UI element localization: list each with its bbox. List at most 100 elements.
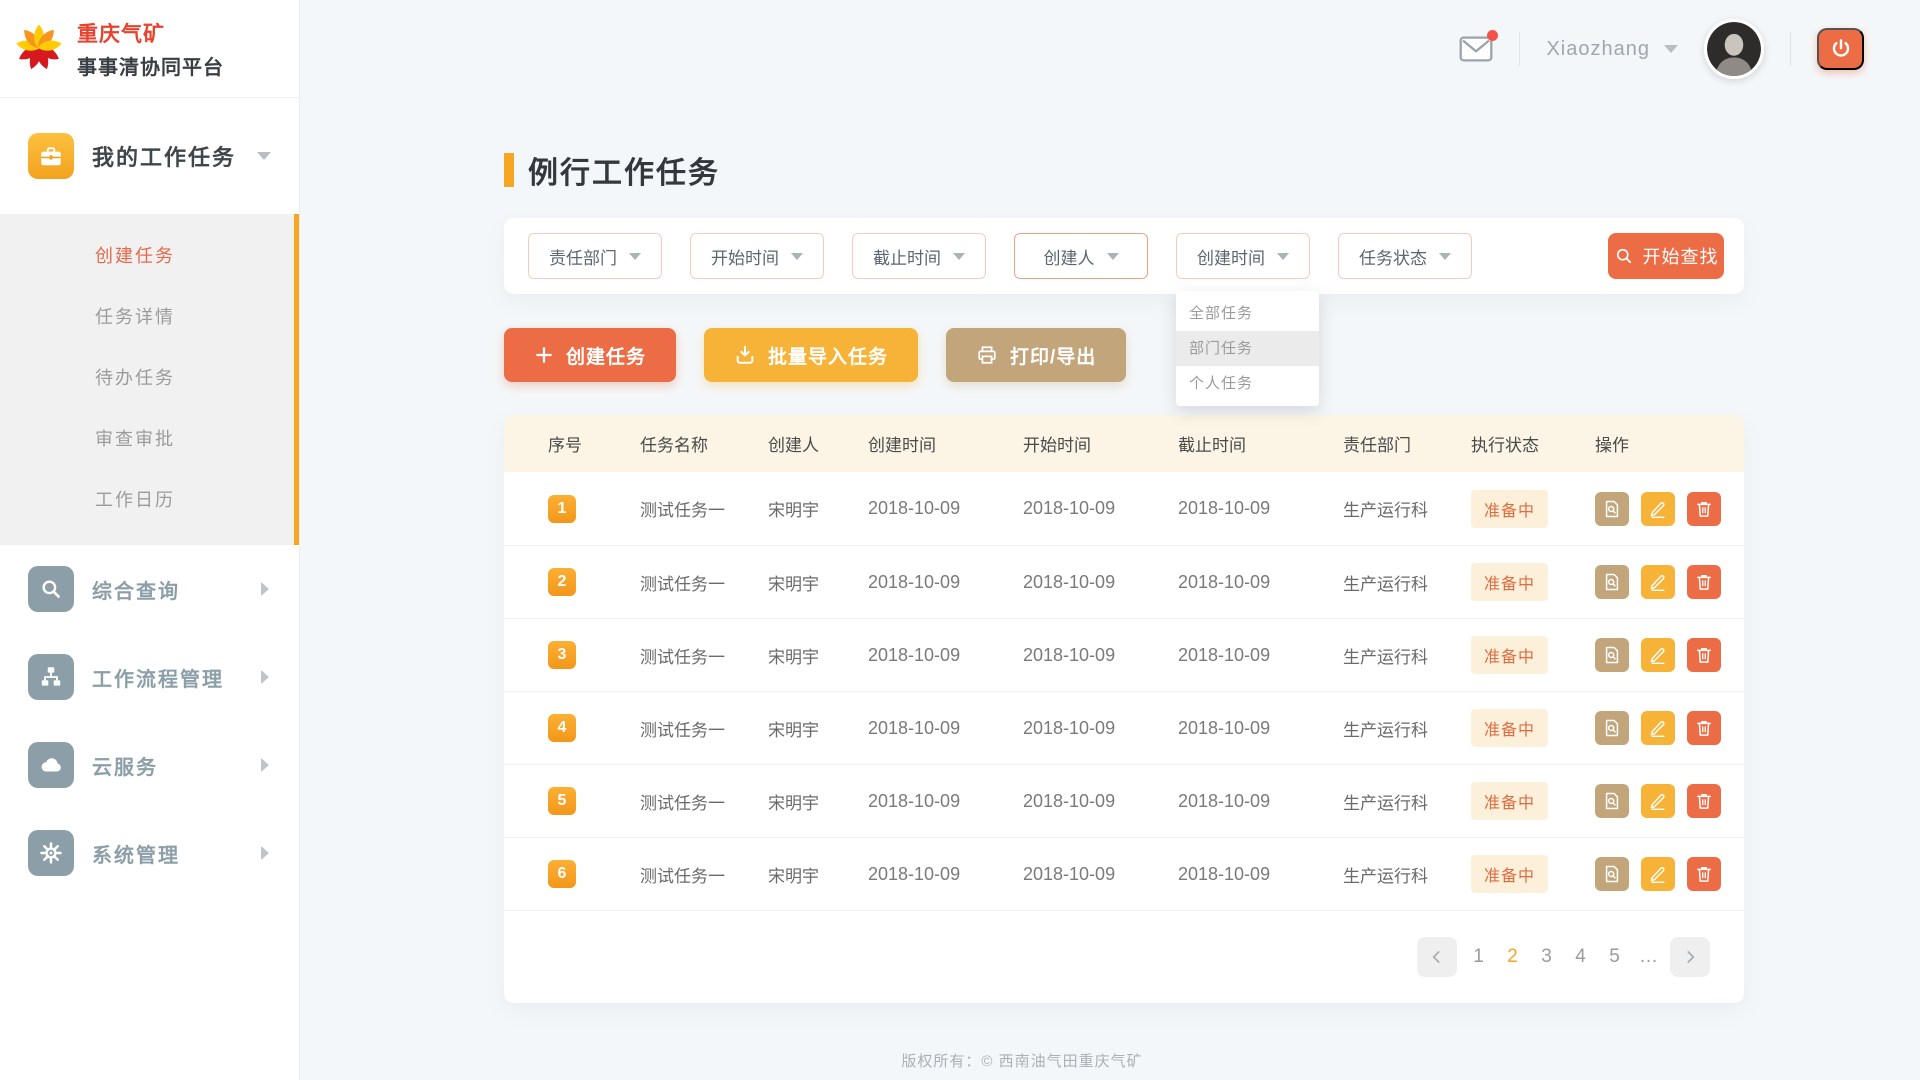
edit-button[interactable] [1641,638,1675,672]
submenu-item[interactable]: 工作日历 [0,470,299,531]
view-detail-button[interactable] [1595,784,1629,818]
column-header: 截止时间 [1158,431,1323,456]
edit-button[interactable] [1641,711,1675,745]
prev-page-button[interactable] [1417,937,1457,977]
submenu-item[interactable]: 创建任务 [0,226,299,287]
page-number[interactable]: 3 [1534,946,1559,968]
deadline-date-cell: 2018-10-09 [1158,498,1323,519]
delete-button[interactable] [1687,638,1721,672]
print-export-label: 打印/导出 [1010,342,1096,369]
copyright-footer: 版权所有：© 西南油气田重庆气矿 [300,1050,1744,1071]
create-task-button[interactable]: 创建任务 [504,328,676,382]
filter-dropdown-label: 截止时间 [873,244,941,269]
submenu-item[interactable]: 任务详情 [0,287,299,348]
view-detail-button[interactable] [1595,565,1629,599]
trash-icon [1694,572,1714,592]
next-page-button[interactable] [1670,937,1710,977]
chevron-right-icon [1680,947,1700,967]
copyright-text: 版权所有：© 西南油气田重庆气矿 [901,1053,1142,1070]
view-detail-button[interactable] [1595,492,1629,526]
cloud-icon [28,742,74,788]
search-button[interactable]: 开始查找 [1608,233,1724,279]
trash-icon [1694,718,1714,738]
dropdown-option[interactable]: 部门任务 [1176,331,1319,366]
delete-button[interactable] [1687,711,1721,745]
sidebar-item-label: 系统管理 [92,839,180,868]
dropdown-option[interactable]: 全部任务 [1176,296,1319,331]
edit-button[interactable] [1641,784,1675,818]
department-cell: 生产运行科 [1323,716,1455,741]
task-name-cell: 测试任务一 [620,716,748,741]
status-badge: 准备中 [1471,490,1548,528]
submenu-item[interactable]: 待办任务 [0,348,299,409]
creator-cell: 宋明宇 [748,570,848,595]
page-number[interactable]: 1 [1466,946,1491,968]
task-name-cell: 测试任务一 [620,643,748,668]
document-search-icon [1602,572,1622,592]
filter-dropdown[interactable]: 责任部门 [528,233,662,279]
power-icon [1829,37,1853,61]
print-export-button[interactable]: 打印/导出 [946,328,1126,382]
edit-button[interactable] [1641,492,1675,526]
page-number[interactable]: … [1636,946,1661,968]
trash-icon [1694,864,1714,884]
department-cell: 生产运行科 [1323,643,1455,668]
sidebar: 重庆气矿 事事清协同平台 我的工作任务 创建任务 任务详情 待办任务 审查审批 … [0,0,300,1080]
creator-cell: 宋明宇 [748,789,848,814]
start-date-cell: 2018-10-09 [1003,718,1158,739]
page-number[interactable]: 4 [1568,946,1593,968]
submenu-item[interactable]: 审查审批 [0,409,299,470]
filter-dropdown[interactable]: 开始时间 [690,233,824,279]
edit-button[interactable] [1641,857,1675,891]
document-search-icon [1602,499,1622,519]
delete-button[interactable] [1687,857,1721,891]
sidebar-item-label: 综合查询 [92,575,180,604]
table-row: 4 测试任务一 宋明宇 2018-10-09 2018-10-09 2018-1… [504,691,1744,764]
pencil-icon [1648,791,1668,811]
filter-dropdown-label: 责任部门 [549,244,617,269]
deadline-date-cell: 2018-10-09 [1158,864,1323,885]
import-icon [734,344,756,366]
column-header: 创建时间 [848,431,1003,456]
dropdown-option[interactable]: 个人任务 [1176,366,1319,401]
view-detail-button[interactable] [1595,638,1629,672]
created-date-cell: 2018-10-09 [848,791,1003,812]
department-cell: 生产运行科 [1323,496,1455,521]
filter-dropdown[interactable]: 截止时间 [852,233,986,279]
table-row: 1 测试任务一 宋明宇 2018-10-09 2018-10-09 2018-1… [504,472,1744,545]
sidebar-item-query[interactable]: 综合查询 [0,545,299,633]
sidebar-item-system[interactable]: 系统管理 [0,809,299,897]
table-row: 3 测试任务一 宋明宇 2018-10-09 2018-10-09 2018-1… [504,618,1744,691]
page-number[interactable]: 5 [1602,946,1627,968]
creator-cell: 宋明宇 [748,862,848,887]
sidebar-item-my-tasks[interactable]: 我的工作任务 [0,98,299,214]
filter-dropdown[interactable]: 创建人 [1014,233,1148,279]
chevron-down-icon [629,253,641,260]
sidebar-item-cloud[interactable]: 云服务 [0,721,299,809]
printer-icon [976,344,998,366]
view-detail-button[interactable] [1595,857,1629,891]
sidebar-item-workflow[interactable]: 工作流程管理 [0,633,299,721]
row-number-badge: 5 [548,787,576,815]
column-header: 任务名称 [620,431,748,456]
pencil-icon [1648,864,1668,884]
column-header: 创建人 [748,431,848,456]
page-number[interactable]: 2 [1500,946,1525,968]
row-number-badge: 3 [548,641,576,669]
brand-title-line1: 重庆气矿 [77,18,224,48]
trash-icon [1694,645,1714,665]
filter-dropdown[interactable]: 创建时间 [1176,233,1310,279]
delete-button[interactable] [1687,492,1721,526]
delete-button[interactable] [1687,784,1721,818]
filter-dropdown[interactable]: 任务状态 [1338,233,1472,279]
edit-button[interactable] [1641,565,1675,599]
document-search-icon [1602,645,1622,665]
delete-button[interactable] [1687,565,1721,599]
batch-import-button[interactable]: 批量导入任务 [704,328,918,382]
table-actions: 创建任务 批量导入任务 打印/导出 [504,328,1744,382]
department-cell: 生产运行科 [1323,789,1455,814]
logout-button[interactable] [1817,28,1864,70]
status-badge: 准备中 [1471,563,1548,601]
start-date-cell: 2018-10-09 [1003,498,1158,519]
view-detail-button[interactable] [1595,711,1629,745]
